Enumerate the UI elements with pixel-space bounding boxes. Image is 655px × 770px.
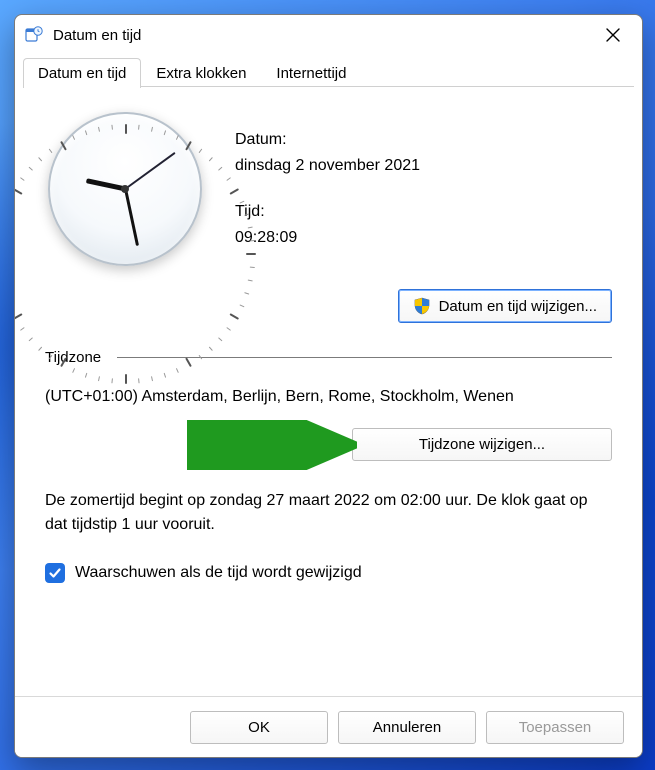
tab-label: Datum en tijd — [38, 65, 126, 82]
date-time-dialog: Datum en tijd Datum en tijd Extra klokke… — [14, 14, 643, 758]
timezone-value: (UTC+01:00) Amsterdam, Berlijn, Bern, Ro… — [45, 388, 612, 406]
dialog-button-bar: OK Annuleren Toepassen — [15, 696, 642, 757]
time-label: Tijd: — [235, 203, 420, 221]
button-label: Toepassen — [519, 719, 592, 736]
apply-button[interactable]: Toepassen — [486, 711, 624, 744]
checkbox-label: Waarschuwen als de tijd wordt gewijzigd — [75, 564, 362, 582]
button-label: OK — [248, 719, 270, 736]
analog-clock — [45, 109, 205, 269]
tabs: Datum en tijd Extra klokken Internettijd — [15, 55, 642, 87]
annotation-arrow-icon — [187, 420, 357, 470]
time-value: 09:28:09 — [235, 229, 420, 247]
window-title: Datum en tijd — [49, 27, 590, 44]
tab-content: Datum: dinsdag 2 november 2021 Tijd: 09:… — [15, 87, 642, 696]
tab-label: Internettijd — [276, 65, 346, 82]
desktop-background: Datum en tijd Datum en tijd Extra klokke… — [0, 0, 655, 770]
timezone-heading-text: Tijdzone — [45, 349, 101, 366]
cancel-button[interactable]: Annuleren — [338, 711, 476, 744]
tab-internet-time[interactable]: Internettijd — [261, 58, 361, 88]
dst-info-text: De zomertijd begint op zondag 27 maart 2… — [45, 489, 612, 537]
notify-checkbox[interactable]: Waarschuwen als de tijd wordt gewijzigd — [45, 563, 612, 583]
titlebar: Datum en tijd — [15, 15, 642, 55]
tab-extra-clocks[interactable]: Extra klokken — [141, 58, 261, 88]
date-time-icon — [25, 26, 43, 44]
uac-shield-icon — [413, 297, 431, 315]
button-label: Annuleren — [373, 719, 441, 736]
checkbox-checked-icon — [45, 563, 65, 583]
tab-label: Extra klokken — [156, 65, 246, 82]
change-date-time-button[interactable]: Datum en tijd wijzigen... — [398, 289, 612, 323]
button-label: Datum en tijd wijzigen... — [439, 298, 597, 315]
timezone-heading: Tijdzone — [45, 349, 612, 366]
date-label: Datum: — [235, 131, 420, 149]
ok-button[interactable]: OK — [190, 711, 328, 744]
date-value: dinsdag 2 november 2021 — [235, 157, 420, 175]
button-label: Tijdzone wijzigen... — [419, 436, 545, 453]
date-time-info: Datum: dinsdag 2 november 2021 Tijd: 09:… — [235, 109, 420, 269]
change-timezone-button[interactable]: Tijdzone wijzigen... — [352, 428, 612, 461]
divider — [117, 357, 612, 358]
close-button[interactable] — [590, 19, 636, 51]
tab-date-time[interactable]: Datum en tijd — [23, 58, 141, 88]
